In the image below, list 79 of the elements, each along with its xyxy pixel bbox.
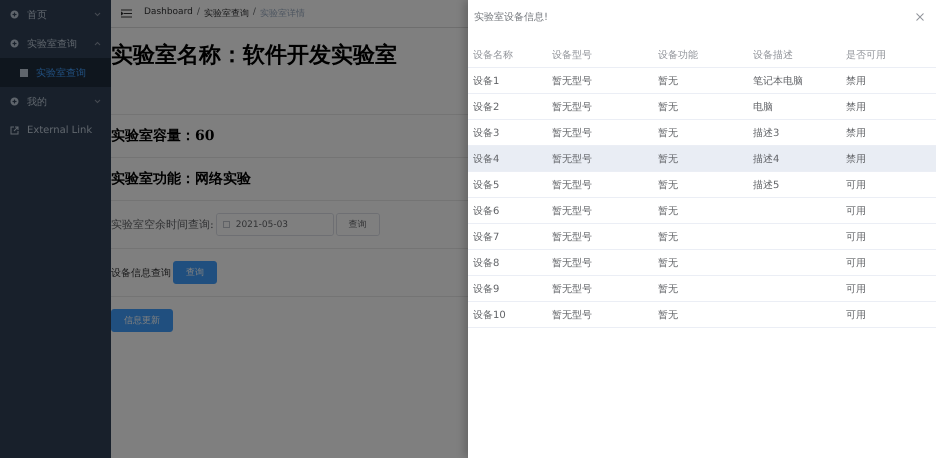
table-cell-text: 暂无型号 bbox=[552, 178, 593, 192]
menu-icon[interactable] bbox=[121, 9, 132, 18]
table-cell-text: 可用 bbox=[846, 308, 867, 322]
table-cell-text: 暂无型号 bbox=[552, 282, 593, 296]
table-cell-text: 禁用 bbox=[846, 74, 867, 88]
caret-icon bbox=[94, 99, 101, 104]
breadcrumb-item[interactable]: Dashboard bbox=[144, 7, 193, 20]
lab-function: 实验室功能：网络实验 bbox=[111, 170, 251, 188]
table-cell-text: 设备2 bbox=[473, 100, 500, 114]
field-label: 设备信息查询 bbox=[111, 266, 171, 280]
table-cell-text: 设备9 bbox=[473, 282, 500, 296]
external-link-icon bbox=[10, 126, 19, 135]
table-cell-text: 暂无 bbox=[658, 152, 679, 166]
breadcrumb-separator: / bbox=[252, 7, 256, 19]
submenu-item[interactable]: 实验室查询 bbox=[0, 58, 111, 87]
table-cell-text: 暂无 bbox=[658, 74, 679, 88]
table-cell-text: 暂无 bbox=[658, 230, 679, 244]
column-header: 是否可用 bbox=[846, 48, 887, 62]
table-cell-text: 暂无 bbox=[658, 100, 679, 114]
table-cell-text: 暂无 bbox=[658, 308, 679, 322]
table-cell-text: 可用 bbox=[846, 256, 867, 270]
table-cell-text: 暂无型号 bbox=[552, 152, 593, 166]
table-cell-text: 设备10 bbox=[473, 308, 507, 322]
caret-icon bbox=[94, 12, 101, 17]
table-cell-text: 暂无 bbox=[658, 256, 679, 270]
table-cell-text: 可用 bbox=[846, 230, 867, 244]
circle-plus-icon bbox=[10, 97, 19, 106]
table-cell-text: 禁用 bbox=[846, 152, 867, 166]
table-cell-text: 暂无 bbox=[658, 178, 679, 192]
table-cell-text: 暂无型号 bbox=[552, 204, 593, 218]
table-cell-text: 暂无 bbox=[658, 204, 679, 218]
table-cell-text: 设备6 bbox=[473, 204, 500, 218]
table-cell-text: 设备4 bbox=[473, 152, 500, 166]
lab-name: 实验室名称：软件开发实验室 bbox=[111, 41, 397, 70]
query-button[interactable]: 查询 bbox=[336, 213, 380, 236]
circle-plus-icon bbox=[10, 39, 19, 48]
table-cell-text: 可用 bbox=[846, 178, 867, 192]
breadcrumb-separator: / bbox=[196, 7, 200, 19]
table-cell-text: 设备3 bbox=[473, 126, 500, 140]
table-cell-text: 暂无 bbox=[658, 282, 679, 296]
table-cell-text: 暂无型号 bbox=[552, 100, 593, 114]
table-cell-text: 设备8 bbox=[473, 256, 500, 270]
table-cell-text: 笔记本电脑 bbox=[753, 74, 804, 88]
caret-icon bbox=[94, 41, 101, 46]
table-cell-text: 设备5 bbox=[473, 178, 500, 192]
calendar-icon bbox=[222, 221, 230, 228]
table-cell-text: 禁用 bbox=[846, 126, 867, 140]
table-cell-text: 设备1 bbox=[473, 74, 500, 88]
close-button[interactable] bbox=[916, 13, 924, 21]
update-button[interactable]: 信息更新 bbox=[111, 309, 173, 332]
table-cell-text: 设备7 bbox=[473, 230, 500, 244]
table-cell-text: 暂无型号 bbox=[552, 256, 593, 270]
table-cell-text: 暂无型号 bbox=[552, 126, 593, 140]
table-cell-text: 描述4 bbox=[753, 152, 780, 166]
menu-item[interactable]: 我的 bbox=[0, 87, 111, 116]
table-cell-text: 暂无 bbox=[658, 126, 679, 140]
table-cell-text: 电脑 bbox=[753, 100, 774, 114]
table-cell-text: 暂无型号 bbox=[552, 308, 593, 322]
column-header: 设备描述 bbox=[753, 48, 794, 62]
table-cell-text: 可用 bbox=[846, 282, 867, 296]
column-header: 设备名称 bbox=[473, 48, 514, 62]
column-header: 设备型号 bbox=[552, 48, 593, 62]
table-cell-text: 可用 bbox=[846, 204, 867, 218]
query-button[interactable]: 查询 bbox=[173, 261, 217, 284]
menu-item[interactable]: External Link bbox=[0, 116, 111, 145]
menu-item[interactable]: 实验室查询 bbox=[0, 29, 111, 58]
table-cell-text: 描述3 bbox=[753, 126, 780, 140]
date-field[interactable]: 2021-05-03 bbox=[216, 213, 334, 236]
column-header: 设备功能 bbox=[658, 48, 699, 62]
table-cell-text: 暂无型号 bbox=[552, 230, 593, 244]
circle-plus-icon bbox=[10, 10, 19, 19]
table-cell-text: 禁用 bbox=[846, 100, 867, 114]
drawer-title: 实验室设备信息! bbox=[474, 10, 548, 24]
field-label: 实验室空余时间查询: bbox=[111, 217, 214, 232]
lab-capacity: 实验室容量：60 bbox=[111, 127, 214, 145]
table-cell-text: 描述5 bbox=[753, 178, 780, 192]
breadcrumb-item[interactable]: 实验室查询 bbox=[204, 7, 249, 20]
table-cell-text: 暂无型号 bbox=[552, 74, 593, 88]
menu-item[interactable]: 首页 bbox=[0, 0, 111, 29]
